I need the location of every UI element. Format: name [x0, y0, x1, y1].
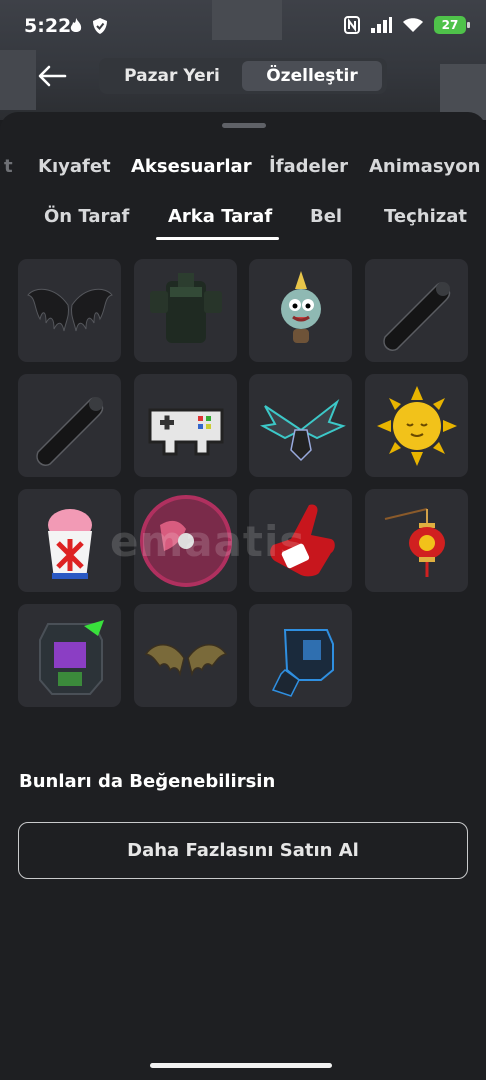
status-bar: 5:22 27	[0, 0, 486, 52]
suggestions-title: Bunları da Beğenebilirsin	[19, 771, 276, 792]
bat-wings-icon	[144, 643, 227, 677]
green-backpack-icon	[149, 272, 222, 343]
red-lantern-icon	[384, 507, 445, 577]
dark-wings-icon	[26, 288, 113, 331]
active-tab-indicator	[156, 237, 279, 240]
subcategory-tab-on-taraf[interactable]: Ön Taraf	[44, 206, 129, 227]
subcategory-tab-techizat[interactable]: Teçhizat	[384, 206, 467, 227]
accessory-item[interactable]	[18, 374, 121, 477]
mode-switch: Pazar Yeri Özelleştir	[99, 58, 387, 94]
shield-icon	[93, 18, 107, 34]
signal-icon	[371, 17, 392, 33]
accessory-item[interactable]	[365, 374, 468, 477]
party-character-icon	[280, 270, 321, 343]
category-tab-partial[interactable]: t	[4, 156, 13, 177]
category-tab-kiyafet[interactable]: Kıyafet	[38, 156, 111, 177]
accessory-item[interactable]	[365, 259, 468, 362]
home-indicator	[150, 1063, 332, 1068]
tab-pazar-yeri[interactable]: Pazar Yeri	[102, 61, 242, 91]
accessory-item[interactable]	[18, 259, 121, 362]
battery-level: 27	[441, 18, 459, 32]
top-bar: Pazar Yeri Özelleştir	[0, 56, 486, 96]
subcategory-tabs: Ön Taraf Arka Taraf Bel Teçhizat	[0, 202, 486, 242]
mech-dragon-icon	[259, 398, 346, 461]
accessory-item[interactable]	[18, 604, 121, 707]
black-tube-icon	[35, 396, 103, 466]
accessory-item[interactable]	[249, 259, 352, 362]
accessory-item[interactable]	[134, 259, 237, 362]
category-tab-animasyon[interactable]: Animasyon	[369, 156, 480, 177]
accessory-item[interactable]	[365, 489, 468, 592]
back-arrow-icon	[38, 65, 67, 87]
sun-icon	[376, 385, 457, 466]
accessory-item[interactable]	[249, 374, 352, 477]
subcategory-tab-bel[interactable]: Bel	[310, 206, 342, 227]
battery-indicator: 27	[434, 16, 470, 34]
subcategory-tab-arka-taraf[interactable]: Arka Taraf	[168, 206, 272, 227]
snow-cone-icon	[47, 508, 92, 579]
black-tube-icon	[382, 281, 450, 351]
status-time: 5:22	[24, 15, 72, 37]
customize-sheet: t Kıyafet Aksesuarlar İfadeler Animasyon…	[0, 112, 486, 1080]
watermark: emaatis	[110, 517, 306, 566]
back-button[interactable]	[34, 60, 70, 92]
category-tabs: t Kıyafet Aksesuarlar İfadeler Animasyon	[0, 152, 486, 184]
accessory-item[interactable]	[134, 374, 237, 477]
accessory-item[interactable]	[249, 604, 352, 707]
robot-backpack-icon	[38, 619, 104, 695]
drag-handle[interactable]	[222, 123, 266, 128]
accessory-item[interactable]	[134, 604, 237, 707]
category-tab-ifadeler[interactable]: İfadeler	[269, 156, 348, 177]
wifi-icon	[403, 18, 423, 32]
buy-more-button[interactable]: Daha Fazlasını Satın Al	[18, 822, 468, 879]
pixel-gamepad-icon	[148, 408, 223, 455]
nfc-icon	[344, 16, 360, 34]
flame-icon	[70, 18, 82, 32]
category-tab-aksesuarlar[interactable]: Aksesuarlar	[131, 156, 252, 177]
accessory-item[interactable]	[18, 489, 121, 592]
blue-armor-icon	[271, 628, 334, 697]
tab-ozellestir[interactable]: Özelleştir	[242, 61, 382, 91]
